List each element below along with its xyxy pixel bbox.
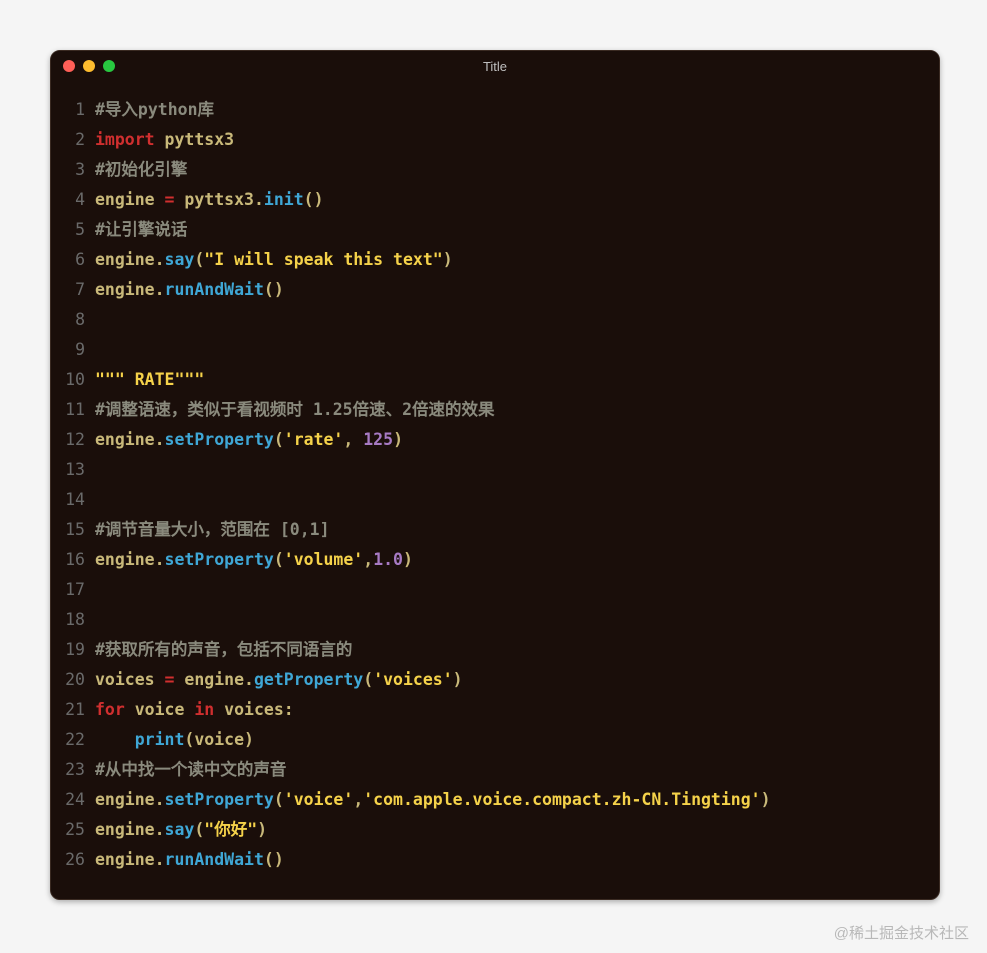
code-line[interactable]: 2import pyttsx3 (51, 125, 939, 155)
code-content[interactable]: engine.setProperty('volume',1.0) (95, 545, 939, 575)
code-content[interactable]: print(voice) (95, 725, 939, 755)
traffic-lights (63, 60, 115, 72)
line-number: 25 (51, 815, 95, 845)
code-line[interactable]: 16engine.setProperty('volume',1.0) (51, 545, 939, 575)
code-line[interactable]: 12engine.setProperty('rate', 125) (51, 425, 939, 455)
line-number: 17 (51, 575, 95, 605)
code-content[interactable]: engine.runAndWait() (95, 845, 939, 875)
code-line[interactable]: 13 (51, 455, 939, 485)
line-number: 24 (51, 785, 95, 815)
line-number: 20 (51, 665, 95, 695)
code-content[interactable]: #获取所有的声音，包括不同语言的 (95, 635, 939, 665)
code-content[interactable]: voices = engine.getProperty('voices') (95, 665, 939, 695)
line-number: 19 (51, 635, 95, 665)
code-line[interactable]: 14 (51, 485, 939, 515)
code-content[interactable] (95, 575, 939, 605)
code-line[interactable]: 17 (51, 575, 939, 605)
code-line[interactable]: 9 (51, 335, 939, 365)
line-number: 3 (51, 155, 95, 185)
line-number: 1 (51, 95, 95, 125)
line-number: 16 (51, 545, 95, 575)
line-number: 22 (51, 725, 95, 755)
line-number: 8 (51, 305, 95, 335)
code-line[interactable]: 23#从中找一个读中文的声音 (51, 755, 939, 785)
watermark: @稀土掘金技术社区 (834, 922, 969, 943)
line-number: 18 (51, 605, 95, 635)
line-number: 6 (51, 245, 95, 275)
code-line[interactable]: 1#导入python库 (51, 95, 939, 125)
code-content[interactable]: #调节音量大小，范围在 [0,1] (95, 515, 939, 545)
code-content[interactable]: #调整语速，类似于看视频时 1.25倍速、2倍速的效果 (95, 395, 939, 425)
code-line[interactable]: 5#让引擎说话 (51, 215, 939, 245)
line-number: 5 (51, 215, 95, 245)
line-number: 4 (51, 185, 95, 215)
code-content[interactable]: #初始化引擎 (95, 155, 939, 185)
code-line[interactable]: 3#初始化引擎 (51, 155, 939, 185)
code-content[interactable]: #从中找一个读中文的声音 (95, 755, 939, 785)
line-number: 11 (51, 395, 95, 425)
code-line[interactable]: 15#调节音量大小，范围在 [0,1] (51, 515, 939, 545)
code-content[interactable]: #让引擎说话 (95, 215, 939, 245)
code-content[interactable]: engine.setProperty('voice','com.apple.vo… (95, 785, 939, 815)
code-line[interactable]: 20voices = engine.getProperty('voices') (51, 665, 939, 695)
code-line[interactable]: 10""" RATE""" (51, 365, 939, 395)
code-line[interactable]: 8 (51, 305, 939, 335)
code-line[interactable]: 22 print(voice) (51, 725, 939, 755)
code-line[interactable]: 19#获取所有的声音，包括不同语言的 (51, 635, 939, 665)
code-line[interactable]: 18 (51, 605, 939, 635)
code-content[interactable]: import pyttsx3 (95, 125, 939, 155)
editor-window: Title 1#导入python库2import pyttsx33#初始化引擎4… (50, 50, 940, 900)
line-number: 7 (51, 275, 95, 305)
line-number: 13 (51, 455, 95, 485)
close-icon[interactable] (63, 60, 75, 72)
code-content[interactable] (95, 485, 939, 515)
line-number: 26 (51, 845, 95, 875)
code-content[interactable]: """ RATE""" (95, 365, 939, 395)
code-line[interactable]: 11#调整语速，类似于看视频时 1.25倍速、2倍速的效果 (51, 395, 939, 425)
code-editor[interactable]: 1#导入python库2import pyttsx33#初始化引擎4engine… (51, 81, 939, 875)
window-title: Title (51, 59, 939, 74)
code-content[interactable]: engine.say("I will speak this text") (95, 245, 939, 275)
code-line[interactable]: 21for voice in voices: (51, 695, 939, 725)
code-line[interactable]: 26engine.runAndWait() (51, 845, 939, 875)
line-number: 10 (51, 365, 95, 395)
line-number: 14 (51, 485, 95, 515)
code-content[interactable]: engine.setProperty('rate', 125) (95, 425, 939, 455)
code-content[interactable]: engine.say("你好") (95, 815, 939, 845)
line-number: 9 (51, 335, 95, 365)
line-number: 2 (51, 125, 95, 155)
code-line[interactable]: 24engine.setProperty('voice','com.apple.… (51, 785, 939, 815)
line-number: 23 (51, 755, 95, 785)
minimize-icon[interactable] (83, 60, 95, 72)
code-content[interactable]: engine = pyttsx3.init() (95, 185, 939, 215)
code-content[interactable]: engine.runAndWait() (95, 275, 939, 305)
code-line[interactable]: 25engine.say("你好") (51, 815, 939, 845)
code-content[interactable] (95, 455, 939, 485)
code-content[interactable] (95, 305, 939, 335)
code-content[interactable] (95, 605, 939, 635)
code-line[interactable]: 7engine.runAndWait() (51, 275, 939, 305)
line-number: 15 (51, 515, 95, 545)
titlebar: Title (51, 51, 939, 81)
maximize-icon[interactable] (103, 60, 115, 72)
code-content[interactable] (95, 335, 939, 365)
code-line[interactable]: 6engine.say("I will speak this text") (51, 245, 939, 275)
code-content[interactable]: for voice in voices: (95, 695, 939, 725)
code-content[interactable]: #导入python库 (95, 95, 939, 125)
line-number: 12 (51, 425, 95, 455)
line-number: 21 (51, 695, 95, 725)
code-line[interactable]: 4engine = pyttsx3.init() (51, 185, 939, 215)
